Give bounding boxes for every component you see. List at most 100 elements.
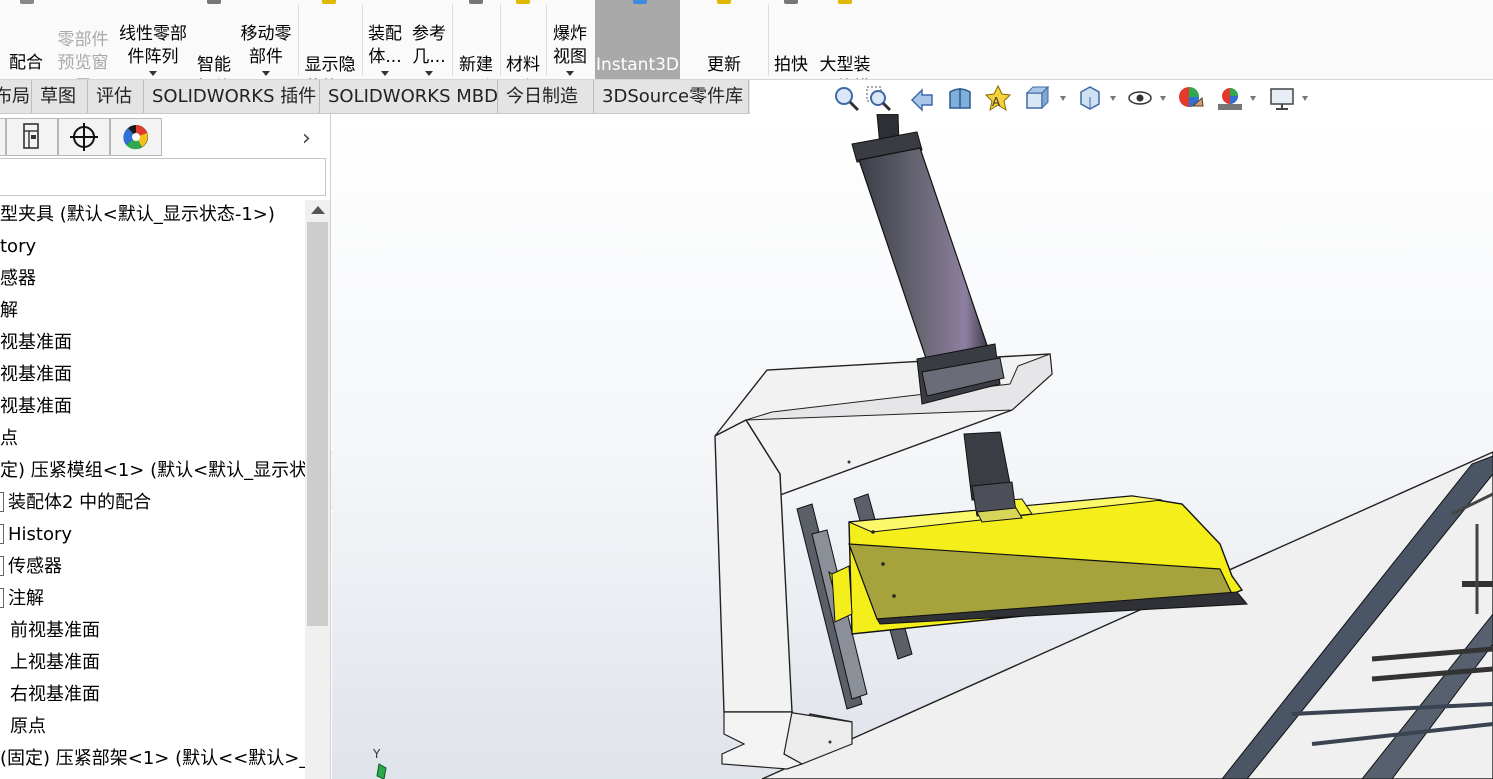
tree-expander[interactable] — [0, 491, 4, 512]
tree-item-annotations[interactable]: 解 — [0, 296, 18, 326]
ribbon-divider — [768, 4, 769, 76]
command-manager-tabs: 布局 草图 评估 SOLIDWORKS 插件 SOLIDWORKS MBD 今日… — [0, 80, 750, 114]
tree-item-sensors[interactable]: 感器 — [0, 264, 36, 294]
chevron-down-icon[interactable] — [566, 71, 574, 76]
reference-geometry-button[interactable]: 参考 几... — [408, 0, 450, 79]
crosshair-icon — [70, 123, 98, 151]
zoom-to-area-icon[interactable] — [864, 84, 892, 112]
tree-item-sub-history[interactable]: History — [0, 520, 72, 550]
new-motion-study-button[interactable]: 新建 运动 算例 — [454, 0, 498, 79]
graphics-area[interactable]: Y — [332, 114, 1493, 779]
tab-manufacturing[interactable]: 今日制造 — [498, 80, 594, 113]
scrollbar-thumb[interactable] — [307, 222, 328, 626]
show-hidden-components-button[interactable]: 显示隐 藏的零 部件 — [300, 0, 360, 79]
component-preview-window-button[interactable]: 零部件 预览窗 口 — [52, 0, 114, 79]
tree-item-right-plane[interactable]: 视基准面 — [0, 392, 72, 422]
tree-item-top-plane[interactable]: 视基准面 — [0, 360, 72, 390]
assembly-3d-view[interactable] — [332, 114, 1493, 779]
move-component-button[interactable]: 移动零 部件 — [236, 0, 296, 79]
assembly-features-button[interactable]: 装配 体... — [364, 0, 406, 79]
tab-solidworks-addins[interactable]: SOLIDWORKS 插件 — [144, 80, 320, 113]
exploded-view-button[interactable]: 爆炸 视图 — [548, 0, 592, 79]
tree-item-mates[interactable]: 装配体2 中的配合 — [0, 488, 151, 518]
tree-item-top-assembly[interactable]: 型夹具 (默认<默认_显示状态-1>) — [0, 200, 275, 230]
camera-icon — [784, 0, 798, 4]
chevron-down-icon[interactable] — [1302, 96, 1308, 101]
speedpak-icon — [717, 0, 731, 4]
mate-button[interactable]: 配合 — [0, 0, 52, 79]
take-snapshot-button[interactable]: 拍快 照 — [770, 0, 812, 79]
heads-up-view-toolbar: A — [832, 84, 1312, 116]
tab-layout[interactable]: 布局 — [0, 80, 32, 113]
hide-show-items-icon[interactable] — [1126, 84, 1154, 112]
tree-scrollbar[interactable] — [305, 200, 330, 779]
chevron-down-icon[interactable] — [381, 71, 389, 76]
chevron-down-icon[interactable] — [1110, 96, 1116, 101]
property-manager-icon — [23, 123, 39, 149]
tree-expander[interactable] — [0, 555, 4, 576]
bill-of-materials-button[interactable]: 材料 明细 表 — [502, 0, 544, 79]
tree-item-clamp-frame[interactable]: (固定) 压紧部架<1> (默认<<默认>_显 — [0, 744, 305, 774]
view-settings-icon[interactable] — [1268, 84, 1296, 112]
tree-item-sub-front-plane[interactable]: 前视基准面 — [0, 616, 100, 646]
update-speedpak-button[interactable]: 更新 Speedpak — [682, 0, 766, 79]
tab-sketch[interactable]: 草图 — [32, 80, 88, 113]
large-assembly-mode-button[interactable]: 大型装 配体模 式 — [814, 0, 876, 79]
feature-manager-panel: › 型夹具 (默认<默认_显示状态-1>) tory 感器 解 视基准面 视基准… — [0, 114, 331, 779]
bom-icon — [516, 0, 530, 4]
display-style-icon[interactable] — [1076, 84, 1104, 112]
tree-item-sub-annotations[interactable]: 注解 — [0, 584, 44, 614]
linear-component-pattern-button[interactable]: 线性零部 件阵列 — [114, 0, 192, 79]
triad-y-label: Y — [372, 747, 381, 761]
chevron-down-icon[interactable] — [1160, 96, 1166, 101]
tree-item-sub-right-plane[interactable]: 右视基准面 — [0, 680, 100, 710]
tree-item-front-plane[interactable]: 视基准面 — [0, 328, 72, 358]
chevron-down-icon[interactable] — [149, 71, 157, 76]
mate-icon — [20, 0, 34, 4]
chevron-down-icon[interactable] — [425, 71, 433, 76]
tree-item-sub-sensors[interactable]: 传感器 — [0, 552, 62, 582]
ribbon-divider — [298, 4, 299, 76]
display-manager-tab[interactable] — [110, 118, 162, 156]
chevron-down-icon[interactable] — [1250, 96, 1256, 101]
dynamic-annotation-icon[interactable]: A — [984, 84, 1012, 112]
previous-view-icon[interactable] — [908, 84, 936, 112]
tree-item-clamp-module[interactable]: 定) 压紧模组<1> (默认<默认_显示状态 — [0, 456, 305, 486]
ribbon-divider — [546, 4, 547, 76]
large-assembly-icon — [838, 0, 852, 4]
chevron-right-icon[interactable]: › — [302, 126, 311, 151]
smart-fasteners-button[interactable]: 智能 扣件 — [192, 0, 236, 79]
property-manager-tab[interactable] — [6, 118, 58, 156]
svg-text:A: A — [992, 95, 1001, 109]
chevron-down-icon[interactable] — [1060, 96, 1066, 101]
motion-study-icon — [469, 0, 483, 4]
display-manager-icon — [123, 125, 148, 150]
command-manager-ribbon: 配合 零部件 预览窗 口 线性零部 件阵列 智能 扣件 移动零 部件 显示隐 藏… — [0, 0, 1493, 80]
tree-item-origin[interactable]: 点 — [0, 424, 18, 454]
configuration-manager-tab[interactable] — [58, 118, 110, 156]
apply-scene-icon[interactable] — [1216, 84, 1244, 112]
zoom-to-fit-icon[interactable] — [832, 84, 860, 112]
tree-item-sub-top-plane[interactable]: 上视基准面 — [0, 648, 100, 678]
tree-item-sub-origin[interactable]: 原点 — [0, 712, 46, 742]
tab-solidworks-mbd[interactable]: SOLIDWORKS MBD — [320, 80, 498, 113]
chevron-down-icon[interactable] — [262, 71, 270, 76]
view-orientation-icon[interactable] — [1022, 84, 1050, 112]
instant3d-button[interactable]: Instant3D — [595, 0, 680, 79]
tree-expander[interactable] — [0, 523, 4, 544]
ribbon-divider — [452, 4, 453, 76]
scroll-up-arrow-icon[interactable] — [311, 206, 325, 214]
ribbon-divider — [362, 4, 363, 76]
smart-fasteners-icon — [207, 0, 221, 4]
coordinate-triad: Y — [372, 746, 392, 779]
ribbon-divider — [500, 4, 501, 76]
tree-expander[interactable] — [0, 587, 4, 608]
section-view-icon[interactable] — [946, 84, 974, 112]
tree-item-history[interactable]: tory — [0, 232, 36, 262]
manager-tabs: › — [0, 118, 331, 156]
tree-filter-input[interactable] — [0, 158, 326, 196]
tab-evaluate[interactable]: 评估 — [88, 80, 144, 113]
feature-tree: 型夹具 (默认<默认_显示状态-1>) tory 感器 解 视基准面 视基准面 … — [0, 200, 305, 779]
edit-appearance-icon[interactable] — [1176, 84, 1204, 112]
tab-3dsource[interactable]: 3DSource零件库 — [594, 80, 749, 113]
